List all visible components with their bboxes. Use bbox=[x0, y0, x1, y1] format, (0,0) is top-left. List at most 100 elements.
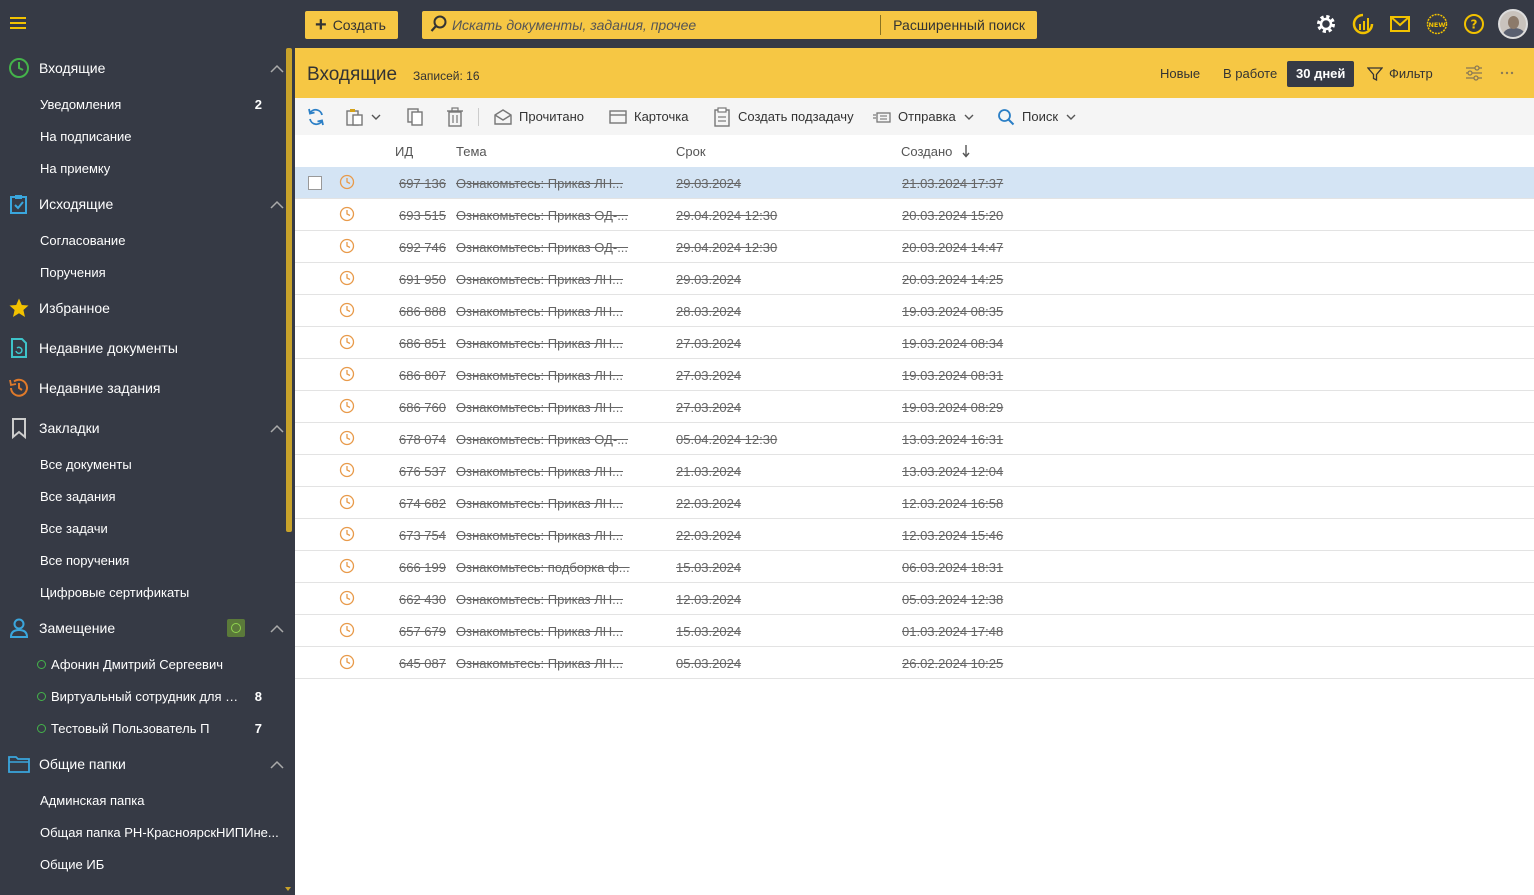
page-title: Входящие bbox=[307, 64, 398, 85]
create-label: Создать bbox=[332, 17, 386, 33]
table-row[interactable]: 686 851 Ознакомьтесь: Приказ ЛН... 27.03… bbox=[295, 327, 1534, 359]
table-row[interactable]: 691 950 Ознакомьтесь: Приказ ЛН... 29.03… bbox=[295, 263, 1534, 295]
sidebar-item-substitute[interactable]: Виртуальный сотрудник для п... 8 bbox=[0, 680, 288, 712]
table-row[interactable]: 686 888 Ознакомьтесь: Приказ ЛН... 28.03… bbox=[295, 295, 1534, 327]
mail-icon[interactable] bbox=[1382, 6, 1418, 42]
table-row[interactable]: 673 754 Ознакомьтесь: Приказ ЛН... 22.03… bbox=[295, 519, 1534, 551]
sidebar-item-admin-folder[interactable]: Админская папка bbox=[0, 784, 288, 816]
sidebar-section-substitution[interactable]: Замещение bbox=[0, 608, 288, 648]
sidebar-item-acceptance[interactable]: На приемку bbox=[0, 152, 288, 184]
sidebar-item-label: Поручения bbox=[40, 264, 106, 280]
column-header-due[interactable]: Срок bbox=[676, 144, 706, 159]
clock-icon bbox=[339, 366, 355, 382]
table-row[interactable]: 645 087 Ознакомьтесь: Приказ ЛН... 05.03… bbox=[295, 647, 1534, 679]
table-row[interactable]: 657 679 Ознакомьтесь: Приказ ЛН... 15.03… bbox=[295, 615, 1534, 647]
chevron-up-icon[interactable] bbox=[270, 758, 284, 769]
clock-icon bbox=[8, 57, 30, 79]
chevron-up-icon[interactable] bbox=[270, 422, 284, 433]
cell-id: 662 430 bbox=[399, 592, 446, 607]
sidebar-item-approval[interactable]: Согласование bbox=[0, 224, 288, 256]
table-row[interactable]: 674 682 Ознакомьтесь: Приказ ЛН... 22.03… bbox=[295, 487, 1534, 519]
cell-id: 697 136 bbox=[399, 176, 446, 191]
sidebar-item-all-jobs[interactable]: Все задачи bbox=[0, 512, 288, 544]
cell-due: 05.03.2024 bbox=[676, 656, 742, 671]
chevron-up-icon[interactable] bbox=[270, 622, 284, 633]
table-row[interactable]: 686 760 Ознакомьтесь: Приказ ЛН... 27.03… bbox=[295, 391, 1534, 423]
cell-id: 666 199 bbox=[399, 560, 446, 575]
tab-30-days[interactable]: 30 дней bbox=[1287, 61, 1355, 87]
column-header-subject[interactable]: Тема bbox=[456, 144, 487, 159]
table-row[interactable]: 678 074 Ознакомьтесь: Приказ ОД-... 05.0… bbox=[295, 423, 1534, 455]
chevron-up-icon[interactable] bbox=[270, 62, 284, 73]
sidebar-item-all-tasks[interactable]: Все задания bbox=[0, 480, 288, 512]
advanced-search-link[interactable]: Расширенный поиск bbox=[880, 15, 1037, 35]
sidebar-section-outgoing[interactable]: Исходящие bbox=[0, 184, 288, 224]
sidebar-section-shared-folders[interactable]: Общие папки bbox=[0, 744, 288, 784]
create-subtask-button[interactable]: Создать подзадачу bbox=[713, 98, 854, 135]
sidebar-section-recent-tasks[interactable]: Недавние задания bbox=[0, 368, 288, 408]
sidebar-item-label: Уведомления bbox=[40, 96, 122, 112]
sidebar-item-digital-certificates[interactable]: Цифровые сертификаты bbox=[0, 576, 288, 608]
scroll-down-arrow[interactable] bbox=[285, 887, 291, 891]
more-icon[interactable] bbox=[1498, 64, 1518, 82]
cell-subject: Ознакомьтесь: подборка ф... bbox=[456, 560, 630, 575]
sidebar-item-substitute[interactable]: Афонин Дмитрий Сергеевич bbox=[0, 648, 288, 680]
sidebar-item-shared-folder[interactable]: Общая папка РН-КрасноярскНИПИне... bbox=[0, 816, 288, 848]
help-icon[interactable]: ? bbox=[1456, 6, 1492, 42]
table-row[interactable]: 686 807 Ознакомьтесь: Приказ ЛН... 27.03… bbox=[295, 359, 1534, 391]
table-row[interactable]: 697 136 Ознакомьтесь: Приказ ЛН... 29.03… bbox=[295, 167, 1534, 199]
filter-button[interactable]: Фильтр bbox=[1365, 61, 1433, 87]
sidebar-item-shared-ib[interactable]: Общие ИБ bbox=[0, 848, 288, 880]
menu-icon[interactable] bbox=[10, 17, 26, 31]
checklist-icon bbox=[8, 193, 30, 215]
sidebar-section-bookmarks[interactable]: Закладки bbox=[0, 408, 288, 448]
tab-in-progress[interactable]: В работе bbox=[1214, 61, 1286, 87]
chevron-down-icon bbox=[371, 114, 381, 120]
chevron-up-icon[interactable] bbox=[270, 198, 284, 209]
table-row[interactable]: 693 515 Ознакомьтесь: Приказ ОД-... 29.0… bbox=[295, 199, 1534, 231]
send-dropdown-button[interactable]: Отправка bbox=[873, 98, 974, 135]
clock-icon bbox=[339, 462, 355, 478]
avatar[interactable] bbox=[1498, 9, 1528, 39]
cell-subject: Ознакомьтесь: Приказ ЛН... bbox=[456, 464, 623, 479]
settings-icon[interactable] bbox=[1308, 6, 1344, 42]
analytics-icon[interactable] bbox=[1345, 6, 1381, 42]
sidebar-item-all-assignments[interactable]: Все поручения bbox=[0, 544, 288, 576]
refresh-button[interactable] bbox=[306, 98, 326, 135]
create-button[interactable]: + Создать bbox=[305, 11, 398, 39]
cell-subject: Ознакомьтесь: Приказ ЛН... bbox=[456, 176, 623, 191]
sidebar-section-incoming[interactable]: Входящие bbox=[0, 48, 288, 88]
copy-button[interactable] bbox=[406, 98, 424, 135]
sidebar-item-all-documents[interactable]: Все документы bbox=[0, 448, 288, 480]
column-header-created[interactable]: Создано bbox=[901, 144, 952, 159]
mark-read-button[interactable]: Прочитано bbox=[494, 98, 584, 135]
column-header-id[interactable]: ИД bbox=[395, 144, 413, 159]
search-label: Поиск bbox=[1022, 109, 1059, 124]
sort-desc-icon[interactable] bbox=[961, 144, 971, 158]
sidebar-item-substitute[interactable]: Тестовый Пользователь П 7 bbox=[0, 712, 288, 744]
table-row[interactable]: 676 537 Ознакомьтесь: Приказ ЛН... 21.03… bbox=[295, 455, 1534, 487]
history-icon bbox=[8, 377, 30, 399]
new-badge-icon[interactable]: NEW bbox=[1419, 6, 1455, 42]
cell-created: 06.03.2024 18:31 bbox=[902, 560, 1004, 575]
sidebar-item-notifications[interactable]: Уведомления 2 bbox=[0, 88, 288, 120]
paste-dropdown-button[interactable] bbox=[345, 98, 381, 135]
delete-button[interactable] bbox=[446, 98, 464, 135]
search-input[interactable] bbox=[448, 11, 881, 39]
tab-new[interactable]: Новые bbox=[1151, 61, 1209, 87]
sidebar-section-recent-docs[interactable]: Недавние документы bbox=[0, 328, 288, 368]
clock-icon bbox=[339, 590, 355, 606]
table-row[interactable]: 666 199 Ознакомьтесь: подборка ф... 15.0… bbox=[295, 551, 1534, 583]
sidebar-item-assignments[interactable]: Поручения bbox=[0, 256, 288, 288]
table-row[interactable]: 662 430 Ознакомьтесь: Приказ ЛН... 12.03… bbox=[295, 583, 1534, 615]
cell-created: 20.03.2024 14:25 bbox=[902, 272, 1004, 287]
cell-due: 22.03.2024 bbox=[676, 528, 742, 543]
row-checkbox[interactable] bbox=[308, 176, 322, 190]
table-row[interactable]: 692 746 Ознакомьтесь: Приказ ОД-... 29.0… bbox=[295, 231, 1534, 263]
sidebar-section-favorites[interactable]: Избранное bbox=[0, 288, 288, 328]
card-button[interactable]: Карточка bbox=[609, 98, 688, 135]
settings-sliders-icon[interactable] bbox=[1464, 64, 1484, 82]
search-dropdown-button[interactable]: Поиск bbox=[997, 98, 1076, 135]
sidebar-item-to-sign[interactable]: На подписание bbox=[0, 120, 288, 152]
toolbar: Прочитано Карточка Создать подзадачу Отп… bbox=[295, 98, 1534, 135]
